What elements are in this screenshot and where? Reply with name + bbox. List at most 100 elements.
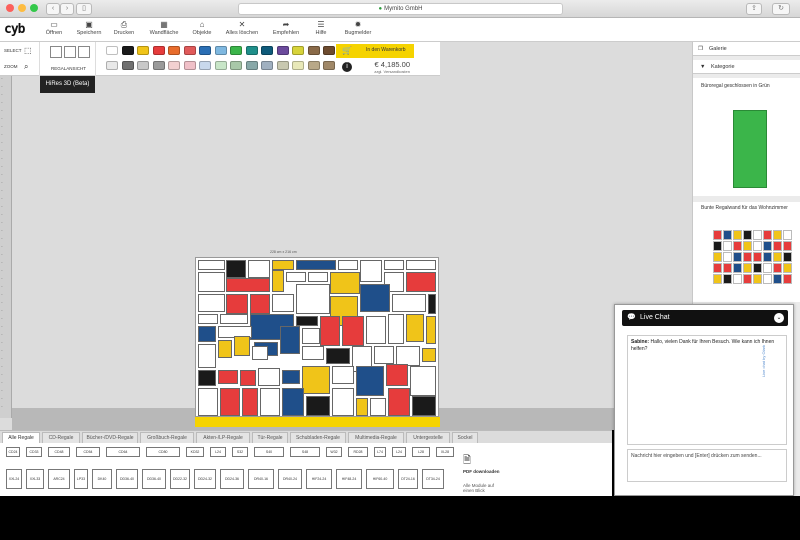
color-swatch[interactable] bbox=[323, 46, 335, 55]
shelf-module[interactable] bbox=[198, 260, 225, 270]
print-button[interactable]: ⎙ Drucken bbox=[110, 20, 138, 37]
info-icon[interactable]: i bbox=[342, 62, 352, 72]
module-item[interactable]: DD24-32 bbox=[194, 469, 216, 489]
color-swatch[interactable] bbox=[183, 46, 196, 55]
shelf-module[interactable] bbox=[374, 346, 394, 364]
shelf-module[interactable] bbox=[306, 396, 330, 416]
recommend-button[interactable]: ➦ Empfehlen bbox=[268, 20, 304, 37]
module-item[interactable]: L24 bbox=[210, 447, 226, 457]
module-item[interactable]: ARC24 bbox=[48, 469, 70, 489]
shelf-module[interactable] bbox=[388, 314, 404, 344]
module-item[interactable]: L74 bbox=[374, 447, 386, 457]
color-swatch[interactable] bbox=[245, 46, 258, 55]
shelf-module[interactable] bbox=[226, 278, 270, 292]
shelf-module[interactable] bbox=[332, 388, 354, 416]
shelf-module[interactable] bbox=[302, 346, 324, 360]
shelf-module[interactable] bbox=[356, 366, 384, 396]
shelf-module[interactable] bbox=[226, 294, 248, 314]
shelf-module[interactable] bbox=[240, 370, 256, 386]
color-swatch[interactable] bbox=[152, 61, 165, 70]
view-single-icon[interactable] bbox=[64, 46, 76, 58]
shelf-module[interactable] bbox=[258, 368, 280, 386]
shelf-module[interactable] bbox=[338, 260, 358, 270]
module-item[interactable]: DD36-40 bbox=[142, 469, 166, 489]
module-item[interactable]: XXL24 bbox=[6, 469, 22, 489]
shelf-module[interactable] bbox=[220, 314, 248, 324]
color-swatch[interactable] bbox=[183, 61, 196, 70]
minimize-window-icon[interactable] bbox=[18, 4, 26, 12]
module-item[interactable]: L24 bbox=[392, 447, 406, 457]
color-swatch[interactable] bbox=[261, 46, 273, 55]
shelf-module[interactable] bbox=[296, 260, 336, 270]
olark-credit[interactable]: Live chat by Olark bbox=[761, 345, 766, 377]
module-item[interactable]: HIF60-40 bbox=[366, 469, 394, 489]
shelf-module[interactable] bbox=[242, 388, 258, 416]
color-swatch[interactable] bbox=[121, 61, 134, 70]
module-item[interactable]: DT34-24 bbox=[422, 469, 444, 489]
reload-icon[interactable]: ↻ bbox=[772, 3, 790, 15]
help-button[interactable]: ☰ Hilfe bbox=[310, 20, 332, 37]
shelf-module[interactable] bbox=[370, 398, 386, 416]
shelf-module[interactable] bbox=[250, 294, 270, 314]
shelf-module[interactable] bbox=[272, 294, 294, 312]
shelf-module[interactable] bbox=[272, 260, 294, 270]
color-swatch[interactable] bbox=[121, 46, 134, 55]
shelf-module[interactable] bbox=[198, 272, 225, 292]
share-browser-icon[interactable]: ⇪ bbox=[746, 3, 762, 15]
hires-3d-button[interactable]: HiRes 3D (Beta) bbox=[40, 76, 95, 93]
color-swatch[interactable] bbox=[230, 46, 242, 55]
shelf-module[interactable] bbox=[280, 326, 300, 354]
color-swatch[interactable] bbox=[214, 61, 227, 70]
shelf-module[interactable] bbox=[302, 366, 330, 394]
back-icon[interactable]: ‹ bbox=[46, 3, 60, 15]
shelf-module[interactable] bbox=[410, 366, 436, 396]
module-item[interactable]: DR40-24 bbox=[278, 469, 302, 489]
bug-report-button[interactable]: ✹ Bugmelder bbox=[340, 20, 376, 37]
module-item[interactable]: L28 bbox=[412, 447, 430, 457]
shelf-module[interactable] bbox=[252, 346, 268, 360]
module-item[interactable]: KD32 bbox=[186, 447, 204, 457]
shelf-module[interactable] bbox=[296, 284, 330, 314]
shelf-module[interactable] bbox=[330, 272, 360, 294]
objects-button[interactable]: ⌂ Objekte bbox=[189, 20, 215, 37]
shelf-module[interactable] bbox=[272, 270, 284, 292]
color-swatch[interactable] bbox=[214, 46, 227, 55]
color-swatch[interactable] bbox=[261, 61, 273, 70]
shelf-module[interactable] bbox=[198, 294, 225, 312]
shelf-module[interactable] bbox=[198, 326, 216, 342]
module-item[interactable]: CD64 bbox=[106, 447, 140, 457]
color-swatch[interactable] bbox=[292, 61, 304, 70]
color-swatch[interactable] bbox=[199, 46, 211, 55]
shelf-module[interactable] bbox=[384, 260, 404, 270]
color-swatch[interactable] bbox=[307, 46, 320, 55]
color-swatch[interactable] bbox=[168, 46, 180, 55]
module-item[interactable]: CD54 bbox=[76, 447, 100, 457]
shelf-module[interactable] bbox=[428, 294, 436, 314]
shelf-module[interactable] bbox=[308, 272, 328, 282]
chat-input[interactable]: Nachricht hier eingeben und [Enter] drüc… bbox=[627, 449, 787, 482]
sidebar-toggle-icon[interactable]: ▯ bbox=[76, 3, 92, 15]
color-swatch[interactable] bbox=[323, 61, 335, 70]
module-item[interactable]: RD28 bbox=[348, 447, 368, 457]
color-swatch[interactable] bbox=[199, 61, 211, 70]
module-item[interactable]: S32 bbox=[232, 447, 248, 457]
shelf-module[interactable] bbox=[282, 388, 304, 416]
module-item[interactable]: HIF24-24 bbox=[306, 469, 332, 489]
module-item[interactable]: HIF48-24 bbox=[336, 469, 362, 489]
shelf-unit[interactable] bbox=[195, 257, 439, 417]
save-button[interactable]: ▣ Speichern bbox=[72, 20, 106, 37]
gallery-header[interactable]: ❐ Galerie bbox=[693, 42, 800, 56]
forward-icon[interactable]: › bbox=[60, 3, 74, 15]
color-swatch[interactable] bbox=[168, 61, 180, 70]
shelf-module[interactable] bbox=[332, 366, 354, 384]
module-item[interactable]: DT24-16 bbox=[398, 469, 418, 489]
shelf-module[interactable] bbox=[406, 314, 424, 342]
color-swatch[interactable] bbox=[245, 61, 258, 70]
clear-all-button[interactable]: ✕ Alles löschen bbox=[221, 20, 263, 37]
zoom-window-icon[interactable] bbox=[30, 4, 38, 12]
chevron-down-icon[interactable]: ⌄ bbox=[774, 313, 784, 323]
shelf-module[interactable] bbox=[226, 260, 246, 278]
color-swatch[interactable] bbox=[106, 46, 118, 55]
view-double-icon[interactable] bbox=[78, 46, 90, 58]
shelf-module[interactable] bbox=[286, 272, 306, 282]
